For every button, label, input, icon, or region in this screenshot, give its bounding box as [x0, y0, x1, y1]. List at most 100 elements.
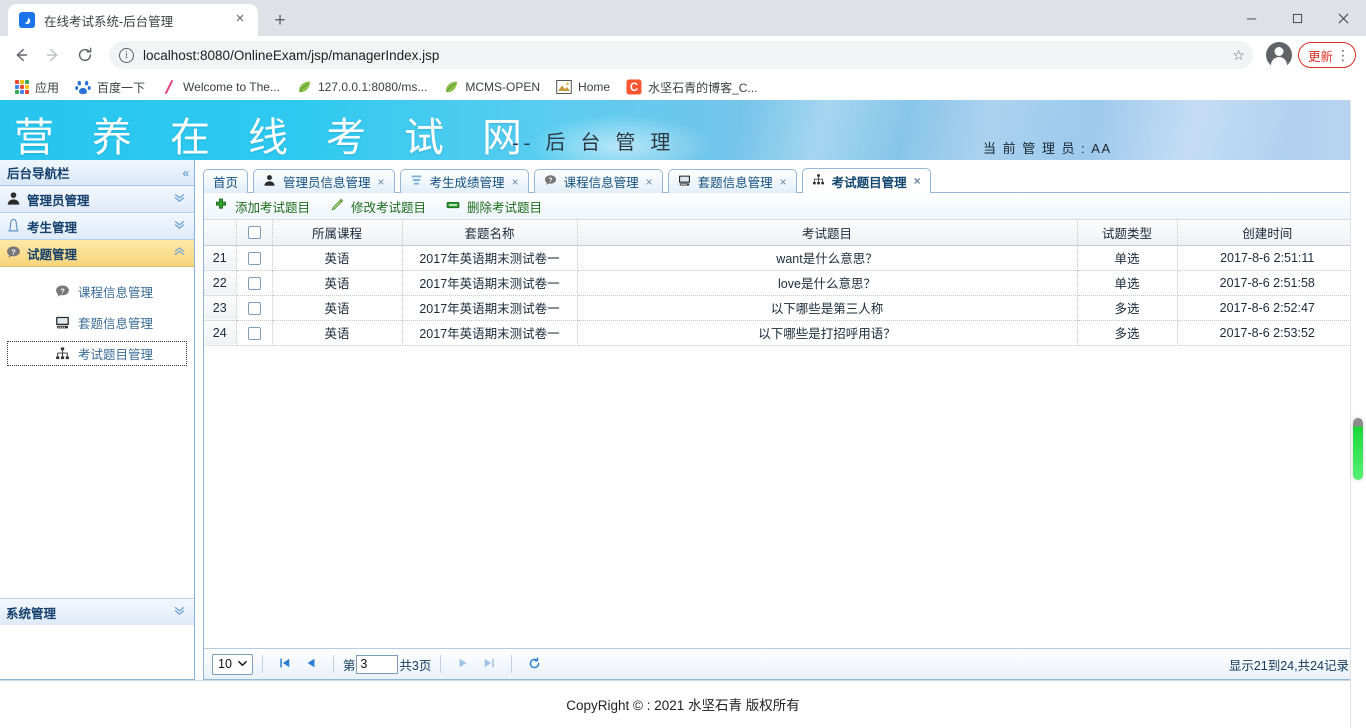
- sidebar-subitem-exam-questions[interactable]: 考试题目管理: [7, 341, 187, 366]
- cell-created: 2017-8-6 2:51:11: [1177, 245, 1357, 271]
- bookmark-welcome[interactable]: Welcome to The...: [154, 76, 287, 98]
- tab-close-icon[interactable]: ×: [378, 175, 385, 189]
- leaf-icon: [443, 79, 459, 95]
- datagrid-toolbar: 添加考试题目 修改考试题目 删除考试题目: [204, 193, 1357, 220]
- csdn-icon: C: [626, 79, 642, 95]
- update-button[interactable]: 更新 ⋮: [1297, 42, 1356, 68]
- close-window-button[interactable]: [1320, 0, 1366, 36]
- slash-icon: [161, 79, 177, 95]
- browser-window: 在线考试系统-后台管理 × + i localhost:8080/OnlineE…: [0, 0, 1366, 728]
- delete-question-button[interactable]: 删除考试题目: [446, 197, 542, 216]
- cell-paper: 2017年英语期末测试卷一: [402, 270, 578, 296]
- cell-course: 英语: [272, 245, 403, 271]
- page-scrollbar-track[interactable]: [1350, 100, 1366, 728]
- refresh-icon[interactable]: [521, 656, 548, 672]
- update-button-label: 更新: [1307, 49, 1333, 64]
- bookmark-local-ms[interactable]: 127.0.0.1:8080/ms...: [289, 76, 434, 98]
- chevron-down-icon[interactable]: [173, 218, 186, 234]
- sidebar-submenu: ? 课程信息管理 套题信息管理 考试题目管理: [0, 267, 194, 598]
- prev-page-icon[interactable]: [298, 657, 324, 671]
- tab-admin-info[interactable]: 管理员信息管理 ×: [253, 169, 395, 193]
- chevron-up-icon[interactable]: [173, 245, 186, 261]
- question-icon: ?: [55, 284, 71, 300]
- web-page: 营 养 在 线 考 试 网 -- 后 台 管 理 当 前 管 理 员 : AA …: [0, 100, 1366, 728]
- first-page-icon[interactable]: [272, 657, 298, 671]
- row-select-cell: [236, 295, 273, 321]
- sidebar-item-label: 考生管理: [27, 220, 78, 235]
- page-size-select[interactable]: 10: [212, 653, 253, 675]
- browser-tab-close-icon[interactable]: ×: [232, 11, 248, 28]
- row-select-cell: [236, 320, 273, 346]
- bookmark-mcms-open[interactable]: MCMS-OPEN: [436, 76, 547, 98]
- sidebar-item-examinee-management[interactable]: 考生管理: [0, 213, 194, 240]
- sidebar-item-admin-management[interactable]: 管理员管理: [0, 186, 194, 213]
- tab-close-icon[interactable]: ×: [646, 175, 653, 189]
- bookmark-label: 百度一下: [97, 80, 146, 95]
- cell-question: 以下哪些是打招呼用语？: [577, 320, 1078, 346]
- cell-paper: 2017年英语期末测试卷一: [402, 245, 578, 271]
- tab-close-icon[interactable]: ×: [512, 175, 519, 189]
- site-info-icon[interactable]: i: [119, 47, 134, 63]
- pager-divider: [261, 655, 263, 673]
- tab-score-management[interactable]: 考生成绩管理 ×: [399, 169, 529, 193]
- new-tab-button[interactable]: +: [266, 6, 294, 34]
- chevron-down-icon[interactable]: [173, 604, 186, 620]
- apps-grid-icon: [15, 80, 29, 94]
- sidebar-subitem-paper-info[interactable]: 套题信息管理: [0, 310, 194, 335]
- row-checkbox[interactable]: [247, 276, 261, 290]
- sidebar-item-question-management[interactable]: ? 试题管理: [0, 240, 194, 267]
- chevron-down-icon[interactable]: [173, 191, 186, 207]
- bookmark-star-icon[interactable]: ☆: [1232, 47, 1245, 64]
- select-all-checkbox[interactable]: [247, 226, 261, 240]
- browser-menu-icon[interactable]: ⋮: [1335, 48, 1351, 62]
- bookmark-baidu[interactable]: 百度一下: [68, 76, 152, 99]
- sitemap-icon: [55, 346, 71, 362]
- back-icon[interactable]: [6, 40, 36, 70]
- chart-icon: [410, 174, 426, 190]
- add-question-button[interactable]: 添加考试题目: [214, 197, 310, 216]
- edit-question-button[interactable]: 修改考试题目: [330, 197, 426, 216]
- bookmark-csdn-blog[interactable]: C 水坚石青的博客_C...: [619, 76, 764, 99]
- cell-type: 单选: [1077, 245, 1178, 271]
- column-select-all: [236, 220, 273, 246]
- reload-icon[interactable]: [70, 40, 100, 70]
- pager-divider: [511, 655, 513, 673]
- sidebar-subitem-course-info[interactable]: ? 课程信息管理: [0, 279, 194, 304]
- tab-close-icon[interactable]: ×: [780, 175, 787, 189]
- forward-icon[interactable]: [38, 40, 68, 70]
- profile-avatar[interactable]: [1265, 42, 1292, 68]
- row-checkbox[interactable]: [247, 251, 261, 265]
- bookmark-apps[interactable]: 应用: [8, 76, 66, 99]
- table-row[interactable]: 24 英语 2017年英语期末测试卷一 以下哪些是打招呼用语？ 多选 2017-…: [204, 320, 1357, 346]
- sidebar-item-system-management[interactable]: 系统管理: [0, 598, 194, 625]
- page-number-input[interactable]: 3: [356, 654, 399, 674]
- window-controls: [1228, 0, 1366, 36]
- address-bar[interactable]: i localhost:8080/OnlineExam/jsp/managerI…: [109, 41, 1253, 69]
- tab-paper-info[interactable]: 套题信息管理 ×: [667, 169, 797, 193]
- row-index: 24: [204, 320, 237, 346]
- bookmarks-bar: 应用 百度一下 Welcome to The... 127.0.0.1:8080…: [0, 74, 1366, 101]
- row-checkbox[interactable]: [247, 326, 261, 340]
- table-row[interactable]: 22 英语 2017年英语期末测试卷一 love是什么意思？ 单选 2017-8…: [204, 270, 1357, 296]
- bookmark-home[interactable]: Home: [549, 76, 617, 98]
- sidebar-item-label: 试题管理: [27, 247, 78, 262]
- tab-close-icon[interactable]: ×: [914, 174, 921, 188]
- cell-question: want是什么意思？: [577, 245, 1078, 271]
- user-icon: [6, 191, 22, 207]
- tab-course-info[interactable]: ? 课程信息管理 ×: [533, 169, 663, 193]
- tab-label: 考试题目管理: [831, 175, 907, 190]
- tab-exam-questions[interactable]: 考试题目管理 ×: [801, 168, 931, 193]
- maximize-button[interactable]: [1274, 0, 1320, 36]
- last-page-icon[interactable]: [476, 657, 502, 671]
- page-scrollbar-thumb[interactable]: [1353, 418, 1363, 480]
- row-checkbox[interactable]: [247, 301, 261, 315]
- browser-tab[interactable]: 在线考试系统-后台管理 ×: [8, 4, 258, 36]
- collapse-sidebar-icon[interactable]: «: [182, 166, 188, 180]
- toolbar-button-label: 修改考试题目: [351, 200, 427, 215]
- tab-home[interactable]: 首页: [203, 169, 249, 193]
- table-row[interactable]: 23 英语 2017年英语期末测试卷一 以下哪些是第三人称 多选 2017-8-…: [204, 295, 1357, 321]
- minimize-button[interactable]: [1228, 0, 1274, 36]
- picture-icon: [556, 79, 572, 95]
- table-row[interactable]: 21 英语 2017年英语期末测试卷一 want是什么意思？ 单选 2017-8…: [204, 245, 1357, 271]
- next-page-icon[interactable]: [450, 657, 476, 671]
